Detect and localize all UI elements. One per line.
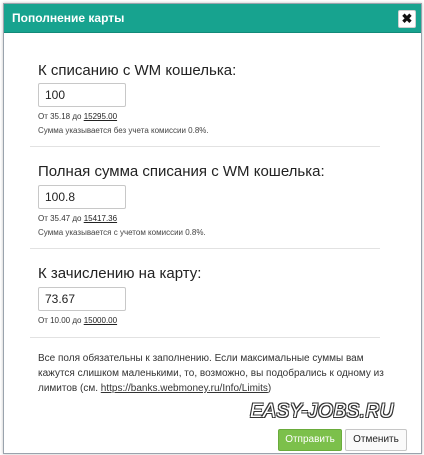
range-prefix: От 35.47 до	[38, 214, 82, 223]
limits-link[interactable]: https://banks.webmoney.ru/Info/Limits	[101, 383, 268, 394]
info-suffix: )	[267, 383, 272, 394]
section-divider	[30, 248, 380, 249]
close-icon[interactable]: ✖	[398, 10, 416, 28]
cancel-button[interactable]: Отменить	[345, 429, 407, 451]
section-heading: К списанию с WM кошелька:	[38, 62, 237, 79]
submit-button[interactable]: Отправить	[278, 429, 342, 451]
dialog-title: Пополнение карты	[12, 11, 125, 25]
range-prefix: От 35.18 до	[38, 112, 82, 121]
range-max-link[interactable]: 15417.36	[84, 214, 117, 223]
section-divider	[30, 337, 380, 338]
section-heading: Полная сумма списания с WM кошелька:	[38, 163, 325, 180]
range-text: От 10.00 до 15000.00	[38, 316, 117, 325]
range-max-link[interactable]: 15295.00	[84, 112, 117, 121]
range-prefix: От 10.00 до	[38, 316, 82, 325]
commission-note: Сумма указывается с учетом комиссии 0.8%…	[38, 228, 206, 237]
range-text: От 35.47 до 15417.36	[38, 214, 117, 223]
watermark: EASY-JOBS.RU	[250, 401, 394, 422]
commission-note: Сумма указывается без учета комиссии 0.8…	[38, 126, 209, 135]
section-divider	[30, 146, 380, 147]
section-heading: К зачислению на карту:	[38, 265, 202, 282]
range-max-link[interactable]: 15000.00	[84, 316, 117, 325]
full-debit-input[interactable]	[38, 185, 126, 209]
dialog-titlebar: Пополнение карты ✖	[4, 4, 421, 33]
range-text: От 35.18 до 15295.00	[38, 112, 117, 121]
debit-amount-input[interactable]	[38, 83, 126, 107]
card-credit-input[interactable]	[38, 287, 126, 311]
info-text: Все поля обязательны к заполнению. Если …	[38, 351, 398, 396]
